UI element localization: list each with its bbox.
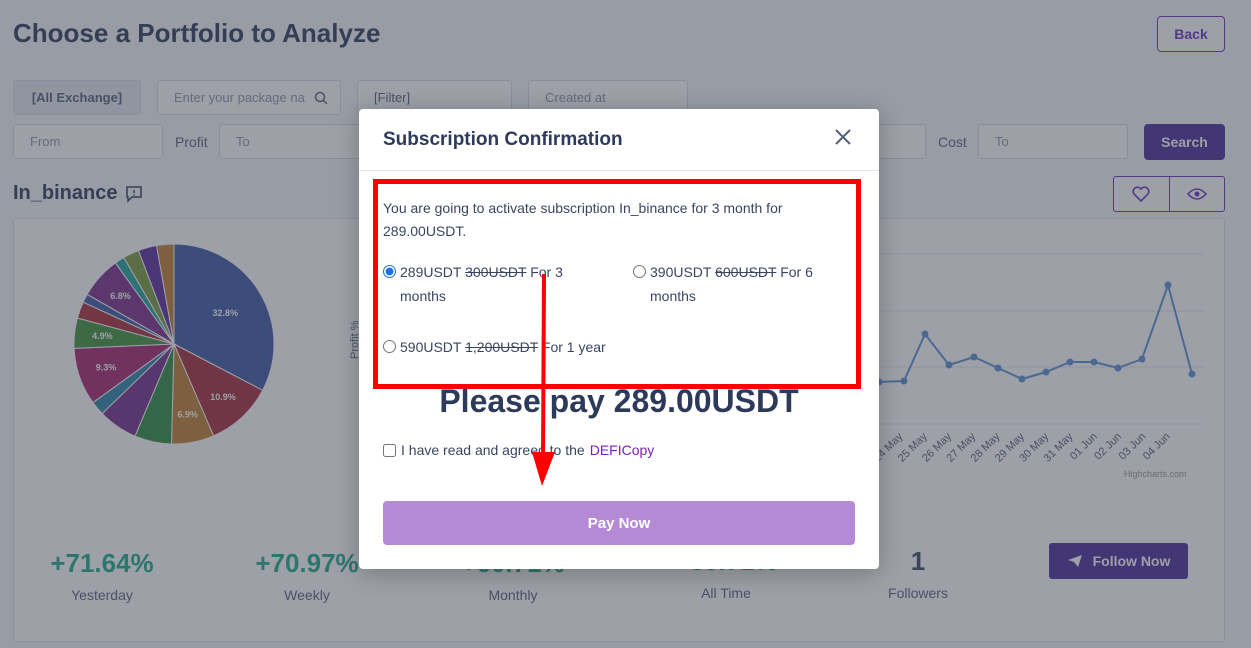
option-6-months[interactable]: 390USDT 600USDT For 6 months [633, 260, 833, 308]
agree-checkbox-row[interactable]: I have read and agreed to the DEFICopy [383, 442, 654, 458]
option-1-year[interactable]: 590USDT 1,200USDT For 1 year [383, 335, 643, 359]
close-icon[interactable] [833, 127, 853, 147]
subscription-modal: Subscription Confirmation You are going … [359, 109, 879, 569]
plan-radio-6-months[interactable] [633, 265, 646, 278]
option-text: 390USDT 600USDT For 6 months [650, 264, 813, 304]
pay-now-button[interactable]: Pay Now [383, 501, 855, 545]
arrow-annotation [532, 274, 555, 486]
subscription-message: You are going to activate subscription I… [383, 200, 783, 239]
plan-radio-1-year[interactable] [383, 340, 396, 353]
agree-checkbox[interactable] [383, 443, 396, 457]
plan-radio-3-months[interactable] [383, 265, 396, 278]
terms-link[interactable]: DEFICopy [590, 442, 655, 458]
pay-amount-text: Please pay 289.00USDT [439, 383, 799, 419]
modal-header: Subscription Confirmation [359, 109, 879, 171]
option-text: 590USDT 1,200USDT For 1 year [400, 339, 606, 355]
modal-title: Subscription Confirmation [383, 128, 623, 150]
